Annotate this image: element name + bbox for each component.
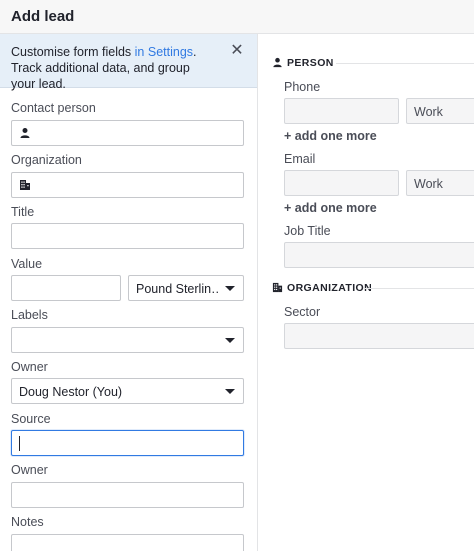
- labels-label: Labels: [11, 308, 48, 322]
- dialog-header: Add lead: [0, 0, 474, 34]
- caret-down-icon: [225, 286, 235, 291]
- building-icon: [272, 282, 283, 293]
- email-type-select[interactable]: Work: [406, 170, 474, 196]
- title-input[interactable]: [11, 223, 244, 249]
- phone-input[interactable]: [284, 98, 399, 124]
- organization-input[interactable]: [11, 172, 244, 198]
- banner-text: Customise form fields in Settings. Track…: [11, 44, 216, 92]
- notes-input[interactable]: [11, 534, 244, 551]
- owner-label: Owner: [11, 360, 48, 374]
- dialog-title: Add lead: [11, 8, 75, 25]
- add-phone-link[interactable]: + add one more: [284, 129, 377, 143]
- lead-form-panel: Customise form fields in Settings. Track…: [0, 34, 258, 551]
- text-cursor: [19, 436, 20, 451]
- contact-person-label: Contact person: [11, 101, 96, 115]
- labels-select[interactable]: [11, 327, 244, 353]
- source-input[interactable]: [11, 430, 244, 456]
- contact-person-input[interactable]: [11, 120, 244, 146]
- sector-label: Sector: [284, 305, 321, 319]
- owner-select[interactable]: Doug Nestor (You): [11, 378, 244, 404]
- owner2-label: Owner: [11, 463, 48, 477]
- caret-down-icon: [225, 389, 235, 394]
- email-type-value: Work: [414, 177, 443, 191]
- organization-section-title: ORGANIZATION: [287, 282, 373, 294]
- phone-label: Phone: [284, 80, 321, 94]
- phone-type-select[interactable]: Work: [406, 98, 474, 124]
- customise-banner: Customise form fields in Settings. Track…: [0, 34, 257, 91]
- banner-text-start: Customise form fields: [11, 45, 135, 59]
- organization-label: Organization: [11, 153, 82, 167]
- add-email-link[interactable]: + add one more: [284, 201, 377, 215]
- job-title-label: Job Title: [284, 224, 331, 238]
- sector-input[interactable]: [284, 323, 474, 349]
- owner2-input[interactable]: [11, 482, 244, 508]
- owner-value: Doug Nestor (You): [19, 385, 123, 399]
- caret-down-icon: [225, 338, 235, 343]
- job-title-input[interactable]: [284, 242, 474, 268]
- email-input[interactable]: [284, 170, 399, 196]
- title-label: Title: [11, 205, 35, 219]
- settings-link[interactable]: in Settings: [135, 45, 193, 59]
- phone-type-value: Work: [414, 105, 443, 119]
- person-section-title: PERSON: [287, 57, 334, 69]
- close-icon[interactable]: ✕: [228, 42, 246, 60]
- currency-select[interactable]: Pound Sterlin…: [128, 275, 244, 301]
- notes-label: Notes: [11, 515, 44, 529]
- value-input[interactable]: [11, 275, 121, 301]
- building-icon: [20, 180, 30, 190]
- person-icon: [20, 128, 30, 138]
- details-panel: PERSON Phone Work + add one more Email W…: [259, 34, 474, 551]
- section-divider: [336, 63, 474, 64]
- source-label: Source: [11, 412, 51, 426]
- person-icon: [273, 57, 282, 68]
- email-label: Email: [284, 152, 316, 166]
- value-label: Value: [11, 257, 43, 271]
- currency-value: Pound Sterlin…: [136, 282, 220, 296]
- section-divider: [364, 288, 474, 289]
